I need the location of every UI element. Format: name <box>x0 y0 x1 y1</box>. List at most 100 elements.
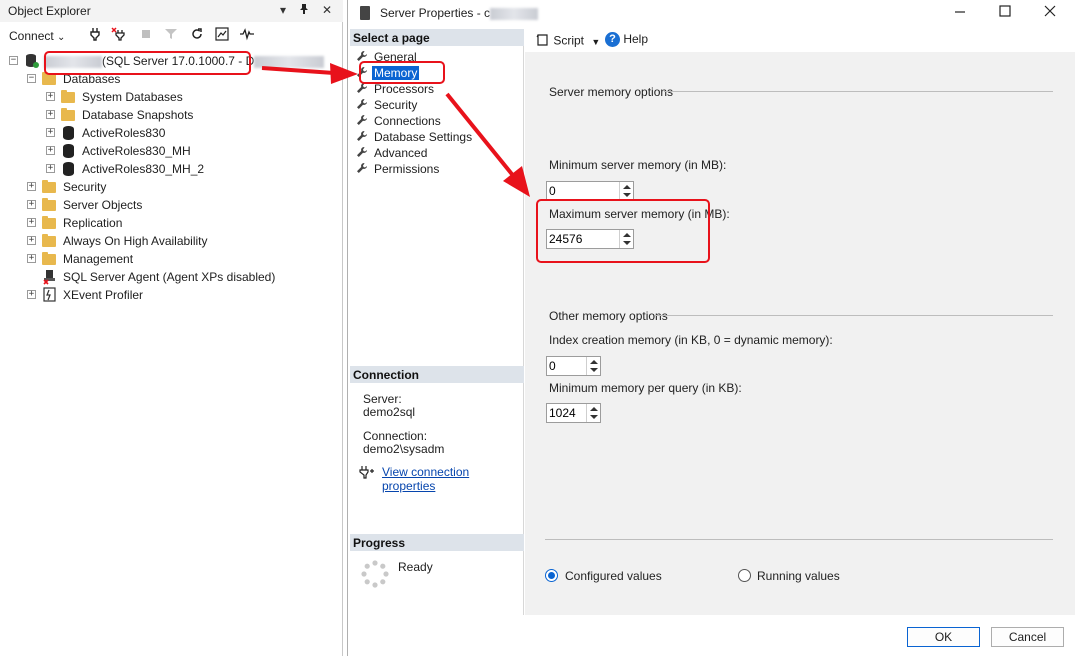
expand-icon[interactable]: + <box>46 110 55 119</box>
spin-up-icon[interactable] <box>623 185 631 189</box>
spin-up-icon[interactable] <box>590 360 598 364</box>
tree-node[interactable]: + Replication <box>0 214 340 232</box>
folder-icon <box>42 179 58 195</box>
expand-icon[interactable]: + <box>27 254 36 263</box>
ok-button[interactable]: OK <box>907 627 980 647</box>
configured-values-radio[interactable] <box>545 569 558 582</box>
folder-icon <box>42 215 58 231</box>
collapse-icon[interactable]: − <box>27 74 36 83</box>
folder-icon <box>42 71 58 87</box>
expand-icon[interactable]: + <box>27 290 36 299</box>
tree-node[interactable]: + ActiveRoles830_MH <box>0 142 340 160</box>
help-icon: ? <box>605 32 620 48</box>
tree-node[interactable]: + Security <box>0 178 340 196</box>
object-explorer-title: Object Explorer <box>8 4 91 18</box>
pulse-icon[interactable] <box>238 27 256 45</box>
dialog-titlebar: Server Properties - c <box>348 0 1075 28</box>
expand-icon[interactable]: + <box>46 92 55 101</box>
tree-node-label: SQL Server Agent (Agent XPs disabled) <box>63 270 276 284</box>
cancel-button[interactable]: Cancel <box>991 627 1064 647</box>
tree-node[interactable]: + ActiveRoles830 <box>0 124 340 142</box>
view-connection-properties-link[interactable]: View connection properties <box>382 465 523 493</box>
spinner-arrows[interactable] <box>619 182 633 200</box>
progress-status: Ready <box>398 560 433 574</box>
script-dropdown-icon[interactable]: ▼ <box>591 37 600 47</box>
tree-node[interactable]: + Always On High Availability <box>0 232 340 250</box>
page-item-label: Advanced <box>374 146 428 160</box>
spin-down-icon[interactable] <box>590 415 598 419</box>
expand-icon[interactable]: + <box>46 146 55 155</box>
server-icon <box>24 53 40 69</box>
tree-node[interactable]: + ActiveRoles830_MH_2 <box>0 160 340 178</box>
agent-icon <box>42 269 58 285</box>
running-values-radio[interactable] <box>738 569 751 582</box>
folder-icon <box>42 197 58 213</box>
tree-node[interactable]: + System Databases <box>0 88 340 106</box>
help-button[interactable]: ? Help <box>605 32 649 48</box>
tree-node[interactable]: + Database Snapshots <box>0 106 340 124</box>
spin-down-icon[interactable] <box>623 193 631 197</box>
pin-icon[interactable] <box>298 3 310 18</box>
database-icon <box>61 125 77 141</box>
spin-down-icon[interactable] <box>590 368 598 372</box>
min-memory-per-query-input[interactable] <box>549 406 585 420</box>
dropdown-icon[interactable]: ▾ <box>280 3 286 17</box>
object-explorer-toolbar: Connect ⌄ <box>0 24 343 48</box>
activity-monitor-icon[interactable] <box>213 27 231 45</box>
tree-node-label: Security <box>63 180 107 194</box>
spin-down-icon[interactable] <box>623 241 631 245</box>
expand-icon[interactable]: + <box>46 128 55 137</box>
min-memory-per-query-spinner[interactable] <box>546 403 601 423</box>
expand-icon[interactable]: + <box>46 164 55 173</box>
help-label: Help <box>623 32 649 46</box>
min-server-memory-input[interactable] <box>549 184 617 198</box>
tree-node[interactable]: + Server Objects <box>0 196 340 214</box>
max-server-memory-spinner[interactable] <box>546 229 634 249</box>
server-node[interactable]: − (SQL Server 17.0.1000.7 - D <box>0 52 340 70</box>
connection-value: demo2\sysadm <box>363 442 445 456</box>
stop-icon[interactable] <box>137 27 155 45</box>
group-divider <box>664 91 1053 92</box>
progress-header: Progress <box>350 534 524 551</box>
server-properties-dialog: Server Properties - c Select a page Gene… <box>347 0 1075 656</box>
wrench-icon <box>356 98 368 113</box>
expand-icon[interactable]: + <box>27 200 36 209</box>
connect-button[interactable]: Connect ⌄ <box>9 29 65 43</box>
tree-node[interactable]: + Management <box>0 250 340 268</box>
connect-plug-icon[interactable] <box>86 27 104 45</box>
spinner-arrows[interactable] <box>619 230 633 248</box>
script-button[interactable]: Script ▼ <box>536 33 600 50</box>
dialog-toolbar: Script ▼ ? Help <box>528 29 1075 51</box>
database-icon <box>61 161 77 177</box>
tree-node[interactable]: SQL Server Agent (Agent XPs disabled) <box>0 268 340 286</box>
close-window-icon[interactable] <box>1044 4 1056 21</box>
expand-icon[interactable]: + <box>27 182 36 191</box>
tree-node[interactable]: − Databases <box>0 70 340 88</box>
spinner-arrows[interactable] <box>586 404 600 422</box>
disconnect-icon[interactable] <box>110 27 128 45</box>
expand-icon[interactable]: + <box>27 236 36 245</box>
running-values-label: Running values <box>757 569 840 583</box>
filter-icon[interactable] <box>162 27 180 45</box>
page-item-label: General <box>374 50 417 64</box>
minimize-icon[interactable] <box>954 4 966 21</box>
collapse-icon[interactable]: − <box>9 56 18 65</box>
refresh-icon[interactable] <box>188 27 206 45</box>
min-server-memory-spinner[interactable] <box>546 181 634 201</box>
maximize-icon[interactable] <box>999 4 1011 21</box>
script-icon <box>536 33 550 50</box>
tree-node[interactable]: + XEvent Profiler <box>0 286 340 304</box>
index-creation-memory-input[interactable] <box>549 359 585 373</box>
index-creation-memory-spinner[interactable] <box>546 356 601 376</box>
spin-up-icon[interactable] <box>623 233 631 237</box>
script-label: Script <box>553 33 585 48</box>
expand-icon[interactable]: + <box>27 218 36 227</box>
folder-icon <box>61 89 77 105</box>
close-icon[interactable]: ✕ <box>322 3 332 17</box>
page-item-label: Processors <box>374 82 435 96</box>
spin-up-icon[interactable] <box>590 407 598 411</box>
max-server-memory-input[interactable] <box>549 232 617 246</box>
tree-node-label: ActiveRoles830_MH <box>82 144 191 158</box>
spinner-arrows[interactable] <box>586 357 600 375</box>
tree-node-label: Replication <box>63 216 123 230</box>
